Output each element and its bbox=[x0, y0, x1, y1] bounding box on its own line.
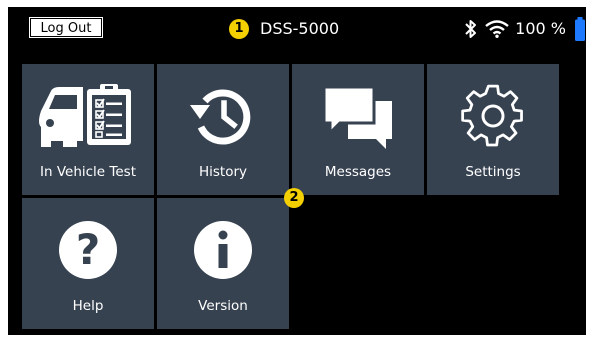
tile-history[interactable]: History bbox=[157, 64, 289, 195]
tile-in-vehicle-test[interactable]: In Vehicle Test bbox=[22, 64, 154, 195]
callout-marker-1: 1 bbox=[229, 19, 249, 39]
tile-messages[interactable]: Messages bbox=[292, 64, 424, 195]
logout-button[interactable]: Log Out bbox=[29, 17, 103, 38]
status-icons: 100 % bbox=[465, 17, 586, 41]
tile-label: Version bbox=[198, 298, 248, 314]
tile-help[interactable]: ? Help bbox=[22, 198, 154, 329]
settings-icon bbox=[461, 84, 523, 147]
tile-version[interactable]: Version bbox=[157, 198, 289, 329]
messages-icon bbox=[322, 85, 392, 149]
wifi-icon bbox=[485, 20, 509, 38]
tile-label: Messages bbox=[324, 164, 392, 180]
device-name: DSS-5000 bbox=[260, 19, 340, 38]
tile-label: Help bbox=[72, 298, 104, 314]
version-info-icon bbox=[194, 221, 252, 279]
help-icon: ? bbox=[59, 221, 117, 279]
history-icon bbox=[190, 89, 251, 145]
tile-settings[interactable]: Settings bbox=[427, 64, 559, 195]
callout-marker-2: 2 bbox=[284, 188, 304, 208]
tile-label: History bbox=[198, 164, 248, 180]
vehicle-test-icon bbox=[39, 84, 131, 147]
tile-label: Settings bbox=[465, 164, 521, 180]
bluetooth-icon bbox=[465, 20, 477, 38]
svg-text:?: ? bbox=[76, 225, 100, 274]
device-screen: Log Out DSS-5000 100 % In Vehicle Test H… bbox=[8, 7, 586, 335]
tile-label: In Vehicle Test bbox=[40, 164, 136, 180]
status-bar: Log Out DSS-5000 100 % bbox=[8, 7, 586, 53]
battery-icon bbox=[575, 17, 585, 41]
battery-percent: 100 % bbox=[515, 19, 566, 38]
